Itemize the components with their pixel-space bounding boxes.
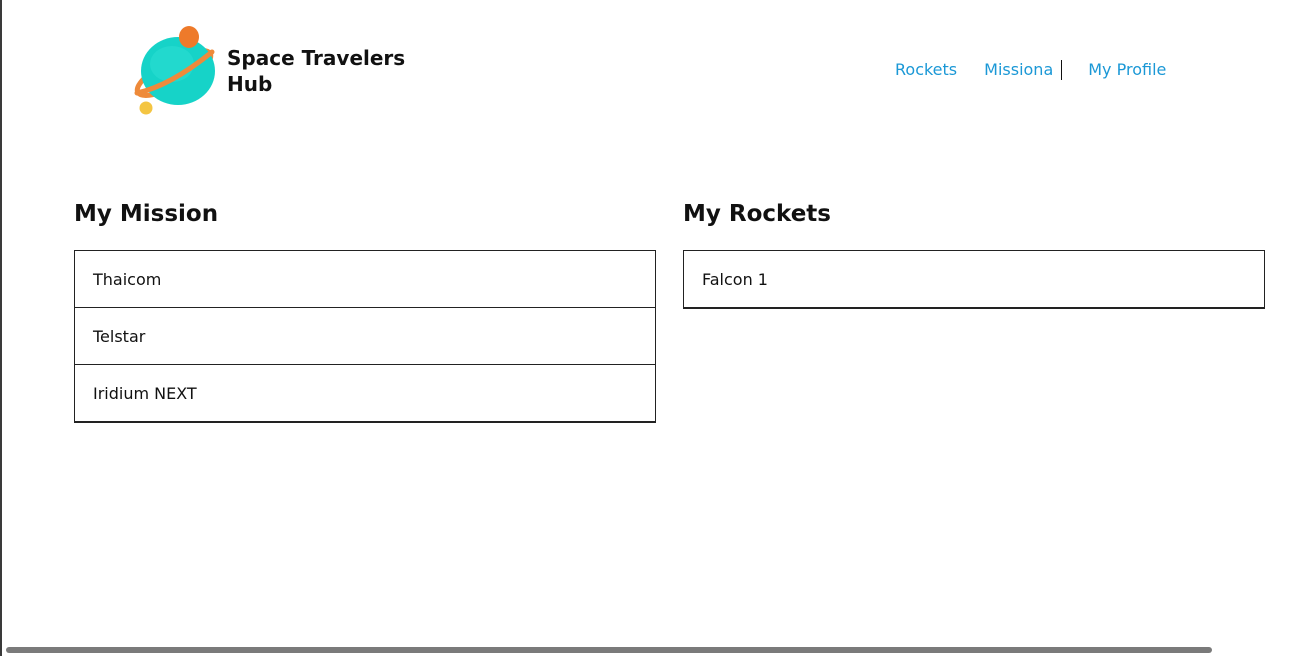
nav-link-my-profile[interactable]: My Profile [1088, 59, 1166, 81]
horizontal-scrollbar[interactable] [6, 647, 1212, 653]
list-item: Falcon 1 [702, 269, 768, 289]
list-item: Telstar [75, 307, 655, 364]
brand-title: Space Travelers Hub [227, 45, 417, 97]
nav-link-missions[interactable]: Missiona [984, 59, 1053, 81]
brand-title-line2: Hub [227, 72, 273, 96]
main-nav: Rockets Missiona My Profile [895, 59, 1166, 81]
page: Space Travelers Hub Rockets Missiona My … [0, 0, 1296, 656]
nav-link-rockets[interactable]: Rockets [895, 59, 957, 81]
my-rockets-section: My Rockets Falcon 1 [683, 198, 1265, 309]
site-header: Space Travelers Hub Rockets Missiona My … [2, 0, 1296, 140]
my-rockets-heading: My Rockets [683, 201, 831, 227]
list-item: Iridium NEXT [75, 364, 655, 421]
my-rockets-list: Falcon 1 [683, 250, 1265, 309]
my-missions-list: Thaicom Telstar Iridium NEXT [74, 250, 656, 423]
my-missions-section: My Mission Thaicom Telstar Iridium NEXT [74, 198, 656, 423]
list-item: Thaicom [93, 269, 162, 289]
planet-logo-icon[interactable] [130, 24, 216, 118]
my-missions-heading: My Mission [74, 201, 219, 227]
brand-title-line1: Space Travelers [227, 46, 406, 70]
text-cursor [1061, 60, 1063, 80]
